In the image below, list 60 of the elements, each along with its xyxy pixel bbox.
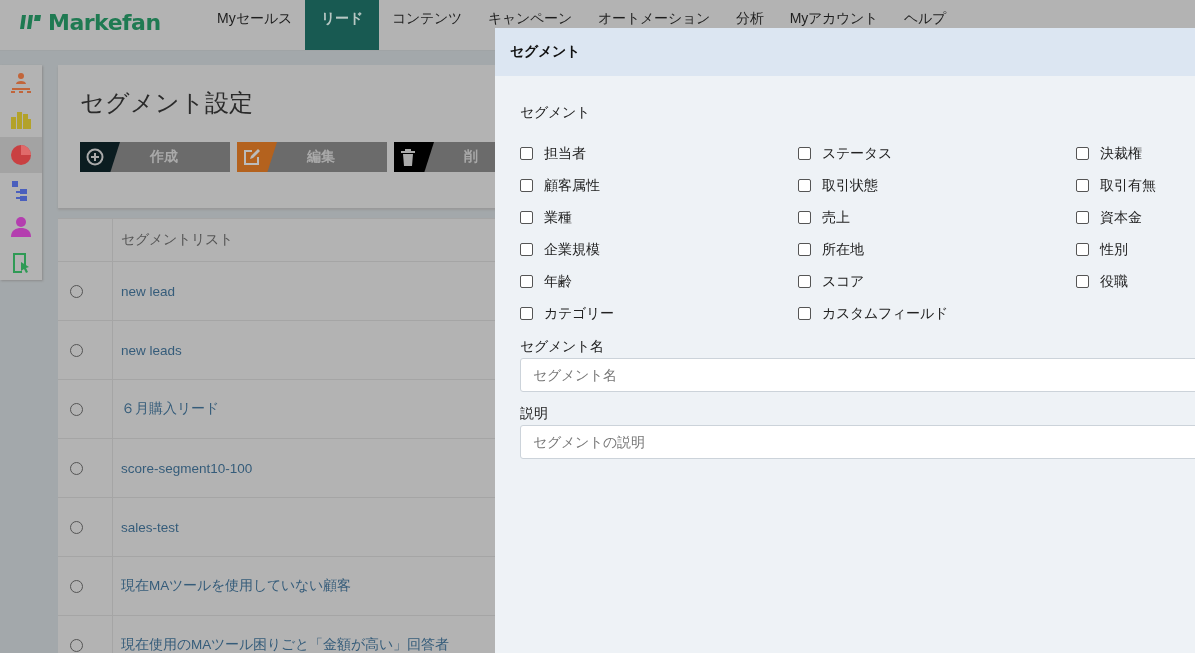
checkbox[interactable] xyxy=(798,275,811,288)
checkbox[interactable] xyxy=(1076,211,1089,224)
checkbox[interactable] xyxy=(1076,275,1089,288)
checkbox-label: 所在地 xyxy=(822,240,864,259)
input-field[interactable]: セグメントの説明 xyxy=(520,425,1195,459)
checkbox[interactable] xyxy=(1076,147,1089,160)
segment-link[interactable]: new leads xyxy=(121,342,182,358)
checkbox-label: 顧客属性 xyxy=(544,176,600,195)
action-button[interactable]: 編集 xyxy=(237,142,387,172)
org-chart-icon xyxy=(10,72,32,94)
checkbox-label: 資本金 xyxy=(1100,208,1142,227)
person-icon xyxy=(10,216,32,238)
checkbox-label: カテゴリー xyxy=(544,304,614,323)
action-button[interactable]: 作成 xyxy=(80,142,230,172)
section-label: セグメント xyxy=(520,104,590,122)
checkbox[interactable] xyxy=(520,179,533,192)
checkbox[interactable] xyxy=(798,211,811,224)
checkbox-label: 年齢 xyxy=(544,272,572,291)
segment-link[interactable]: 現在MAツールを使用していない顧客 xyxy=(121,578,352,593)
segment-link[interactable]: score-segment10-100 xyxy=(121,460,253,476)
checkbox-label: 取引有無 xyxy=(1100,176,1156,195)
checkbox-label: スコア xyxy=(822,272,864,291)
page-title: セグメント設定 xyxy=(80,88,253,118)
segment-link[interactable]: new lead xyxy=(121,283,176,299)
checkbox-label: 役職 xyxy=(1100,272,1128,291)
field-label: 説明 xyxy=(520,405,548,423)
checkbox-label: 売上 xyxy=(822,208,850,227)
checkbox-label: 取引状態 xyxy=(822,176,878,195)
trash-icon xyxy=(400,148,416,166)
checkbox[interactable] xyxy=(798,179,811,192)
checkbox-label: カスタムフィールド xyxy=(822,304,948,323)
checkbox[interactable] xyxy=(798,147,811,160)
checkbox[interactable] xyxy=(520,307,533,320)
nav-tab[interactable]: リード xyxy=(304,0,379,50)
checkbox-label: 担当者 xyxy=(544,144,586,163)
checkbox[interactable] xyxy=(1076,179,1089,192)
checkbox-label: 性別 xyxy=(1100,240,1128,259)
document-icon xyxy=(12,252,30,274)
panel-title: セグメント xyxy=(510,43,580,61)
checkbox[interactable] xyxy=(1076,243,1089,256)
pencil-icon xyxy=(243,148,261,166)
nav-tab[interactable]: コンテンツ xyxy=(378,0,475,50)
logo-icon xyxy=(20,13,42,31)
segment-link[interactable]: sales-test xyxy=(121,519,179,535)
input-field[interactable]: セグメント名 xyxy=(520,358,1195,392)
checkbox-label: 企業規模 xyxy=(544,240,600,259)
logo-text: Markefan xyxy=(48,9,161,35)
field-label: セグメント名 xyxy=(520,338,604,356)
checkbox-label: ステータス xyxy=(822,144,892,163)
checkbox-label: 決裁権 xyxy=(1100,144,1142,163)
segment-link[interactable]: ６月購入リード xyxy=(121,401,219,416)
nav-tab[interactable]: Myセールス xyxy=(204,0,305,50)
pie-chart-icon xyxy=(10,144,32,166)
checkbox[interactable] xyxy=(520,147,533,160)
checkbox[interactable] xyxy=(520,211,533,224)
checkbox[interactable] xyxy=(520,243,533,256)
checkbox[interactable] xyxy=(798,307,811,320)
checkbox[interactable] xyxy=(520,275,533,288)
checkbox[interactable] xyxy=(798,243,811,256)
plus-circle-icon xyxy=(86,148,104,166)
